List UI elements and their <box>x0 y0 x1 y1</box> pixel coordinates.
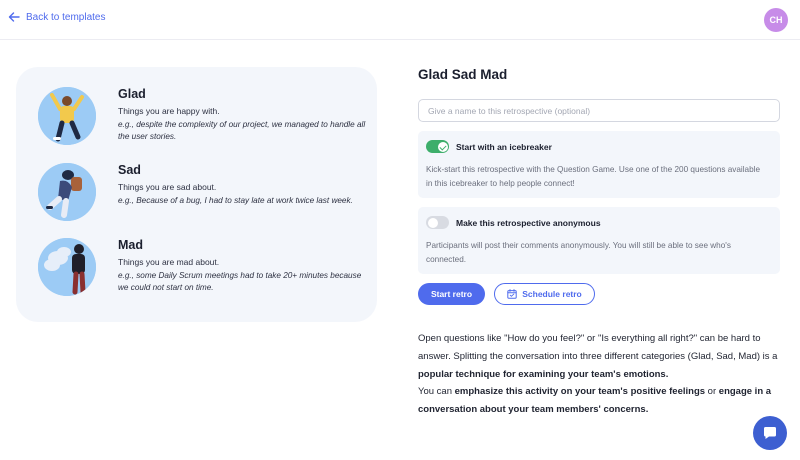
page-title: Glad Sad Mad <box>418 67 508 82</box>
glad-person-illustration <box>38 87 96 145</box>
back-link-label: Back to templates <box>26 11 106 23</box>
emotion-sad: Sad Things you are sad about. e.g., Beca… <box>38 163 368 225</box>
anonymous-label: Make this retrospective anonymous <box>456 217 601 228</box>
anonymous-description: Participants will post their comments an… <box>426 241 731 264</box>
anonymous-toggle[interactable] <box>426 216 449 229</box>
emotion-title: Mad <box>118 238 143 252</box>
icebreaker-toggle-row: Start with an icebreaker <box>426 140 552 153</box>
user-avatar[interactable]: CH <box>764 8 788 32</box>
emotions-card: Glad Things you are happy with. e.g., de… <box>16 67 377 322</box>
check-icon <box>437 141 448 152</box>
anonymous-option: Make this retrospective anonymous Partic… <box>418 207 780 274</box>
emotion-title: Sad <box>118 163 141 177</box>
emotion-description: Things you are sad about. <box>118 182 217 192</box>
emotion-example: e.g., despite the complexity of our proj… <box>118 120 366 141</box>
description-text: Open questions like "How do you feel?" o… <box>418 330 783 419</box>
schedule-retro-label: Schedule retro <box>522 289 582 299</box>
sad-person-illustration <box>38 163 96 221</box>
emotion-description: Things you are mad about. <box>118 257 220 267</box>
chat-button[interactable] <box>753 416 787 450</box>
retro-name-input[interactable] <box>418 99 780 122</box>
icebreaker-option: Start with an icebreaker Kick-start this… <box>418 131 780 198</box>
article-p2-connector: or <box>705 386 719 398</box>
emotion-glad: Glad Things you are happy with. e.g., de… <box>38 87 368 149</box>
toggle-knob <box>427 217 438 228</box>
emotion-example: e.g., some Daily Scrum meetings had to t… <box>118 271 362 292</box>
icebreaker-label: Start with an icebreaker <box>456 141 552 152</box>
chat-icon <box>764 427 776 439</box>
article-p1-text: Open questions like "How do you feel?" o… <box>418 333 778 362</box>
emotion-mad: Mad Things you are mad about. e.g., some… <box>38 238 368 300</box>
mad-person-illustration <box>38 238 96 296</box>
article-p1-highlight: popular technique for examining your tea… <box>418 368 669 380</box>
icebreaker-toggle[interactable] <box>426 140 449 153</box>
article-p2-text: You can <box>418 386 455 398</box>
start-retro-button[interactable]: Start retro <box>418 283 485 305</box>
back-to-templates-link[interactable]: Back to templates <box>8 11 105 23</box>
arrow-left-icon <box>8 12 20 22</box>
anonymous-toggle-row: Make this retrospective anonymous <box>426 216 601 229</box>
calendar-icon <box>507 289 517 299</box>
emotion-description: Things you are happy with. <box>118 106 220 116</box>
emotion-title: Glad <box>118 87 146 101</box>
article-p2-highlight: emphasize this activity on your team's p… <box>454 386 706 398</box>
icebreaker-description: Kick-start this retrospective with the Q… <box>426 165 761 188</box>
schedule-retro-button[interactable]: Schedule retro <box>494 283 595 305</box>
top-bar: Back to templates CH <box>0 0 800 40</box>
emotion-example: e.g., Because of a bug, I had to stay la… <box>118 196 353 205</box>
